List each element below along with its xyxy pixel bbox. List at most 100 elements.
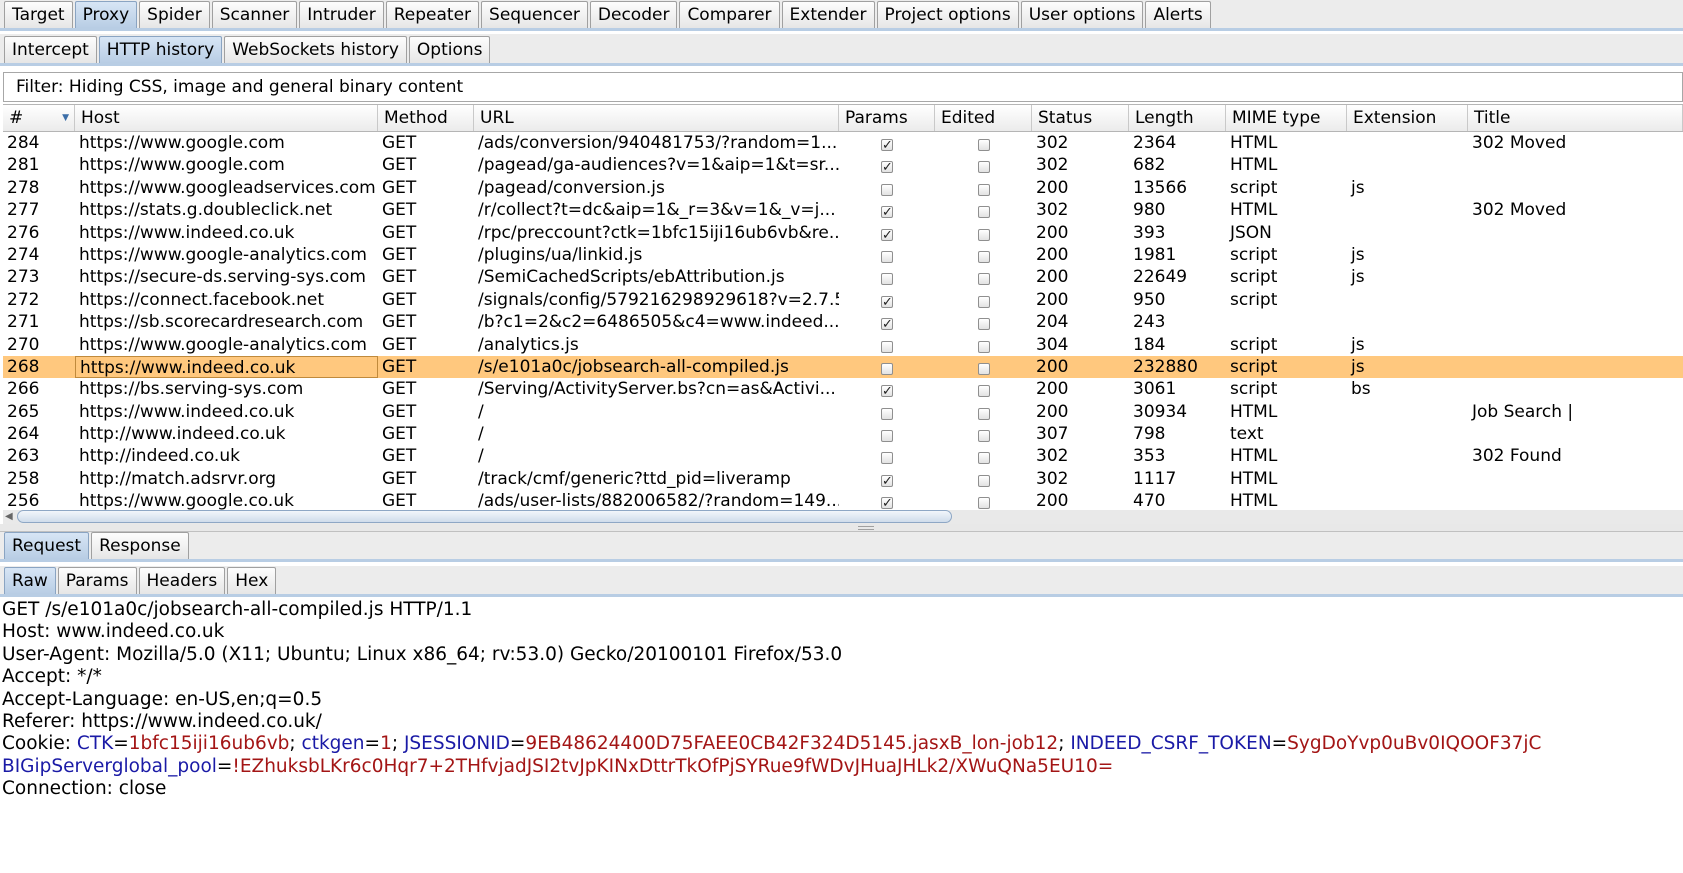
tab-spider[interactable]: Spider bbox=[139, 1, 210, 28]
table-row[interactable]: 266 https://bs.serving-sys.com GET/Serving… bbox=[3, 378, 1683, 400]
cell-status: 200 bbox=[1036, 379, 1069, 400]
table-row[interactable]: 281 https://www.google.com GET/pagead/ga-a… bbox=[3, 154, 1683, 176]
tab-response[interactable]: Response bbox=[91, 532, 189, 559]
table-row[interactable]: 272 https://connect.facebook.net GET/signa… bbox=[3, 289, 1683, 311]
edited-checkbox bbox=[977, 318, 990, 331]
table-row[interactable]: 274 https://www.google-analytics.com GET/p… bbox=[3, 244, 1683, 266]
tab-options[interactable]: Options bbox=[408, 36, 491, 63]
tab-params[interactable]: Params bbox=[57, 567, 137, 594]
cell-title bbox=[1468, 423, 1683, 445]
tab-raw[interactable]: Raw bbox=[4, 567, 56, 594]
column-header-params[interactable]: Params bbox=[839, 105, 935, 131]
table-row[interactable]: 268 https://www.indeed.co.uk GET/s/e101a0c… bbox=[3, 355, 1683, 379]
column-header-method[interactable]: Method bbox=[378, 105, 474, 131]
cell-num: 266 bbox=[7, 379, 40, 400]
tab-intercept[interactable]: Intercept bbox=[4, 36, 97, 63]
column-header-edited[interactable]: Edited bbox=[935, 105, 1032, 131]
column-header-mime-type[interactable]: MIME type bbox=[1226, 105, 1347, 131]
proxy-tab-bar: Intercept HTTP history WebSockets history O… bbox=[0, 34, 1683, 66]
cell-status: 200 bbox=[1036, 401, 1069, 422]
scroll-left-arrow-icon[interactable]: ◀ bbox=[5, 510, 13, 524]
cell-method: GET bbox=[382, 379, 417, 400]
cell-host: http://indeed.co.uk bbox=[79, 446, 240, 467]
cell-url: /pagead/conversion.js bbox=[478, 177, 665, 198]
tab-headers[interactable]: Headers bbox=[138, 567, 226, 594]
table-row[interactable]: 278 https://www.googleadservices.com GET/p… bbox=[3, 177, 1683, 199]
edited-checkbox bbox=[977, 161, 990, 174]
cell-title bbox=[1468, 468, 1683, 490]
column-header-length[interactable]: Length bbox=[1129, 105, 1226, 131]
table-row[interactable]: 258 http://match.adsrvr.org GET/track/cmf/… bbox=[3, 468, 1683, 490]
header-referer: Referer: https://www.indeed.co.uk/ bbox=[2, 710, 322, 732]
table-row[interactable]: 276 https://www.indeed.co.uk GET/rpc/precc… bbox=[3, 222, 1683, 244]
table-row[interactable]: 273 https://secure-ds.serving-sys.com GET /… bbox=[3, 266, 1683, 288]
cell-status: 304 bbox=[1036, 334, 1069, 355]
filter-bar[interactable]: Filter: Hiding CSS, image and general bi… bbox=[3, 72, 1683, 102]
cell-length: 1981 bbox=[1133, 244, 1177, 265]
column-header-title[interactable]: Title bbox=[1468, 105, 1683, 131]
request-message-editor[interactable]: GET /s/e101a0c/jobsearch-all-compiled.js… bbox=[2, 599, 1682, 873]
cell-method: GET bbox=[382, 468, 417, 489]
tab-scanner[interactable]: Scanner bbox=[211, 1, 298, 28]
column-header-host[interactable]: Host bbox=[75, 105, 378, 131]
tab-request[interactable]: Request bbox=[4, 532, 90, 559]
tab-alerts[interactable]: Alerts bbox=[1145, 1, 1211, 28]
scrollbar-thumb[interactable] bbox=[17, 510, 952, 523]
drag-grip-icon[interactable] bbox=[858, 526, 874, 530]
cell-edited bbox=[935, 244, 1032, 266]
cell-length: 353 bbox=[1133, 446, 1166, 467]
header-accept-language: Accept-Language: en-US,en;q=0.5 bbox=[2, 688, 323, 710]
cell-mime bbox=[1226, 311, 1347, 333]
column-header-extension[interactable]: Extension bbox=[1347, 105, 1468, 131]
horizontal-scrollbar[interactable]: ◀ bbox=[3, 510, 1683, 524]
cell-edited bbox=[935, 222, 1032, 244]
cookie-value: 9EB48624400D75FAEE0CB42F324D5145.jasxB_l… bbox=[525, 733, 1059, 755]
tab-intruder[interactable]: Intruder bbox=[299, 1, 384, 28]
tab-websockets-history[interactable]: WebSockets history bbox=[224, 36, 407, 63]
cell-method: GET bbox=[382, 356, 417, 377]
params-checkbox bbox=[881, 273, 893, 286]
cell-params bbox=[839, 177, 935, 199]
column-header-status[interactable]: Status bbox=[1032, 105, 1129, 131]
table-row[interactable]: 264 http://www.indeed.co.uk GET / 307 798 text bbox=[3, 423, 1683, 445]
cell-params bbox=[839, 334, 935, 356]
split-pane-divider[interactable] bbox=[0, 524, 1683, 532]
cell-ext bbox=[1347, 423, 1468, 445]
cell-status: 200 bbox=[1036, 289, 1069, 310]
table-row[interactable]: 277 https://stats.g.doubleclick.net GET/r/… bbox=[3, 199, 1683, 221]
cell-url: /rpc/preccount?ctk=1bfc15iji16ub6vb&re..… bbox=[478, 222, 839, 243]
cell-ext: js bbox=[1351, 177, 1365, 198]
cell-num: 264 bbox=[7, 424, 40, 445]
table-row[interactable]: 284 https://www.google.com GET/ads/convers… bbox=[3, 132, 1683, 154]
cell-mime: script bbox=[1230, 356, 1278, 377]
cell-edited bbox=[935, 199, 1032, 221]
tab-proxy[interactable]: Proxy bbox=[74, 1, 138, 28]
params-checkbox bbox=[881, 292, 893, 311]
params-checkbox bbox=[881, 452, 893, 465]
tab-user-options[interactable]: User options bbox=[1020, 1, 1144, 28]
cookie-value: SygDoYvp0uBv0IQOOF37jC bbox=[1287, 733, 1542, 755]
column-header-number[interactable]: # ▼ bbox=[3, 105, 75, 131]
cell-status: 302 bbox=[1036, 200, 1069, 221]
tab-hex[interactable]: Hex bbox=[227, 567, 277, 594]
params-checkbox bbox=[881, 471, 893, 490]
tab-http-history[interactable]: HTTP history bbox=[98, 36, 223, 63]
tab-target[interactable]: Target bbox=[4, 1, 73, 28]
column-header-url[interactable]: URL bbox=[474, 105, 839, 131]
tab-extender[interactable]: Extender bbox=[781, 1, 875, 28]
params-checkbox bbox=[881, 250, 893, 263]
tab-repeater[interactable]: Repeater bbox=[385, 1, 480, 28]
tab-project-options[interactable]: Project options bbox=[876, 1, 1019, 28]
edited-checkbox bbox=[977, 497, 990, 510]
table-body: 284 https://www.google.com GET/ads/convers… bbox=[3, 132, 1683, 513]
cell-title bbox=[1468, 378, 1683, 400]
table-row[interactable]: 270 https://www.google-analytics.com GET/a… bbox=[3, 334, 1683, 356]
tab-decoder[interactable]: Decoder bbox=[589, 1, 678, 28]
table-row[interactable]: 263 http://indeed.co.uk GET / 302 353 HTML 302 … bbox=[3, 445, 1683, 467]
cell-mime: HTML bbox=[1230, 133, 1278, 153]
table-row[interactable]: 265 https://www.indeed.co.uk GET / 200 30934 H… bbox=[3, 401, 1683, 423]
tab-comparer[interactable]: Comparer bbox=[679, 1, 780, 28]
table-row[interactable]: 271 https://sb.scorecardresearch.com GET/b… bbox=[3, 311, 1683, 333]
cell-num: 272 bbox=[7, 289, 40, 310]
tab-sequencer[interactable]: Sequencer bbox=[481, 1, 588, 28]
